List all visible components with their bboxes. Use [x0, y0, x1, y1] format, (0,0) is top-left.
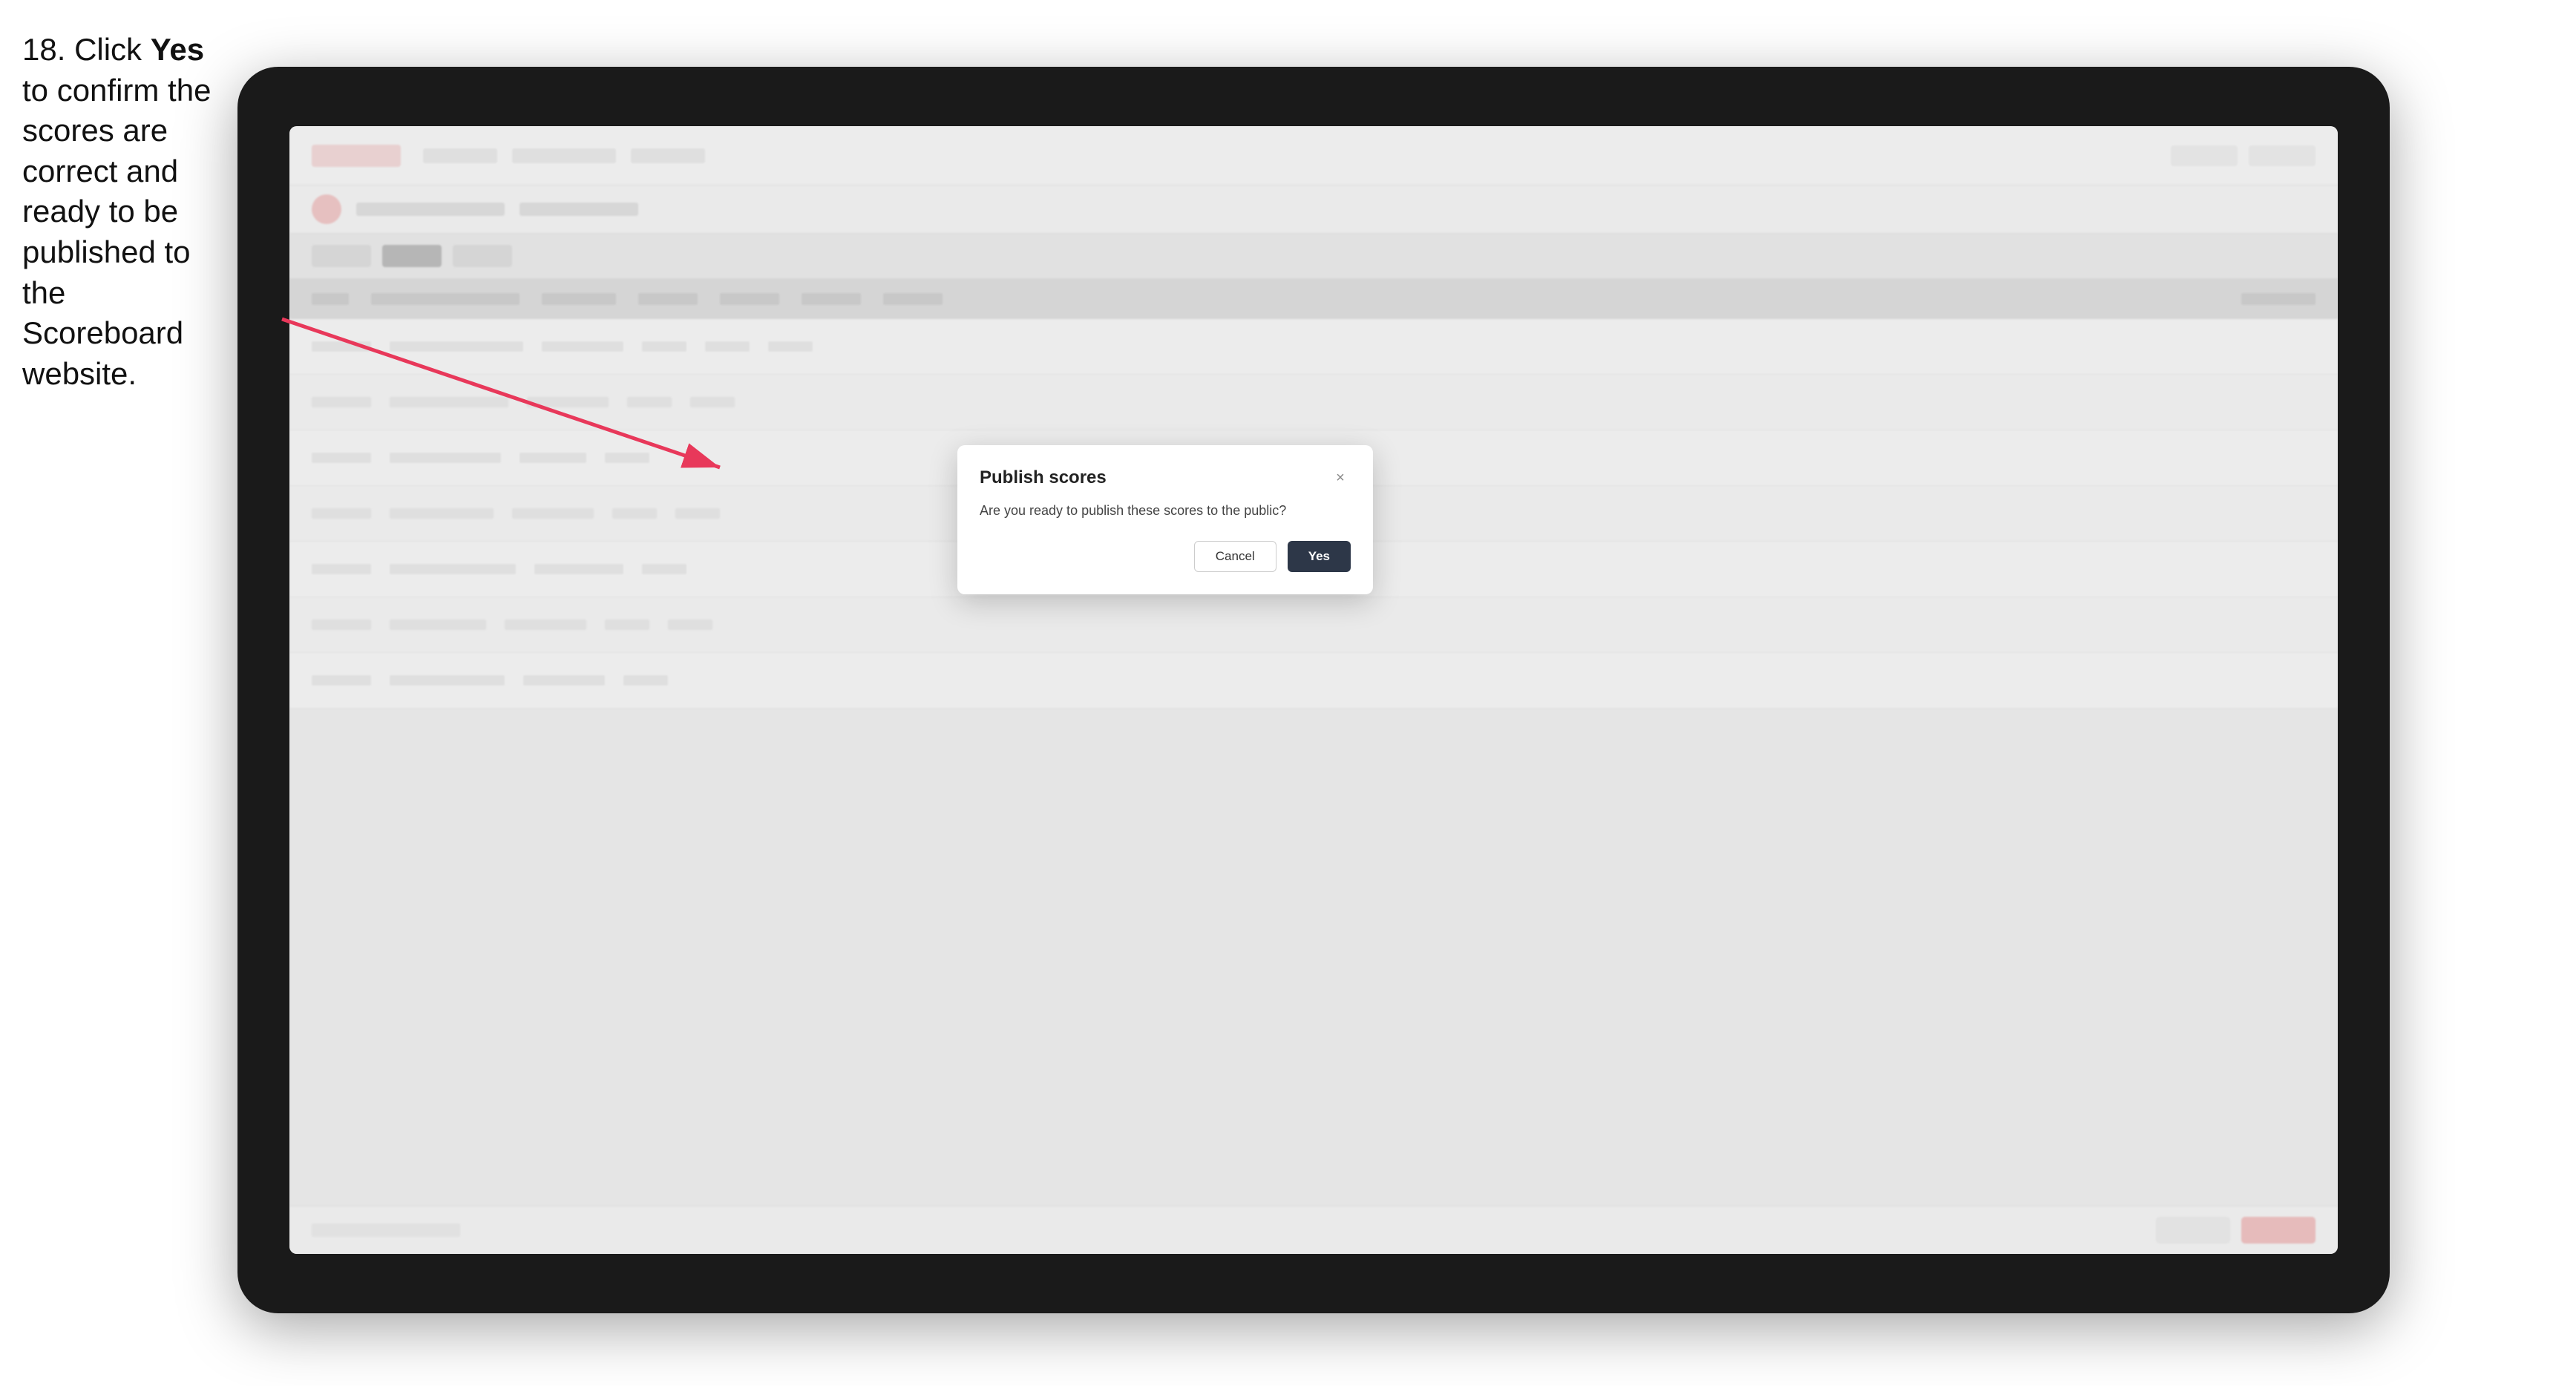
dialog-message: Are you ready to publish these scores to…	[980, 503, 1351, 519]
tablet-frame: Publish scores × Are you ready to publis…	[237, 67, 2390, 1313]
dialog-actions: Cancel Yes	[980, 541, 1351, 572]
modal-overlay	[289, 126, 2338, 1254]
cancel-button[interactable]: Cancel	[1194, 541, 1276, 572]
yes-button[interactable]: Yes	[1288, 541, 1351, 572]
dialog-header: Publish scores ×	[980, 467, 1351, 488]
dialog-title: Publish scores	[980, 467, 1107, 488]
instruction-bold: Yes	[151, 32, 204, 67]
tablet-screen: Publish scores × Are you ready to publis…	[289, 126, 2338, 1254]
instruction-pre: Click	[74, 32, 151, 67]
publish-scores-dialog: Publish scores × Are you ready to publis…	[957, 445, 1373, 594]
instruction-text: 18. Click Yes to confirm the scores are …	[22, 30, 230, 394]
dialog-close-button[interactable]: ×	[1330, 467, 1351, 488]
instruction-post: to confirm the scores are correct and re…	[22, 73, 211, 391]
step-number: 18.	[22, 32, 65, 67]
